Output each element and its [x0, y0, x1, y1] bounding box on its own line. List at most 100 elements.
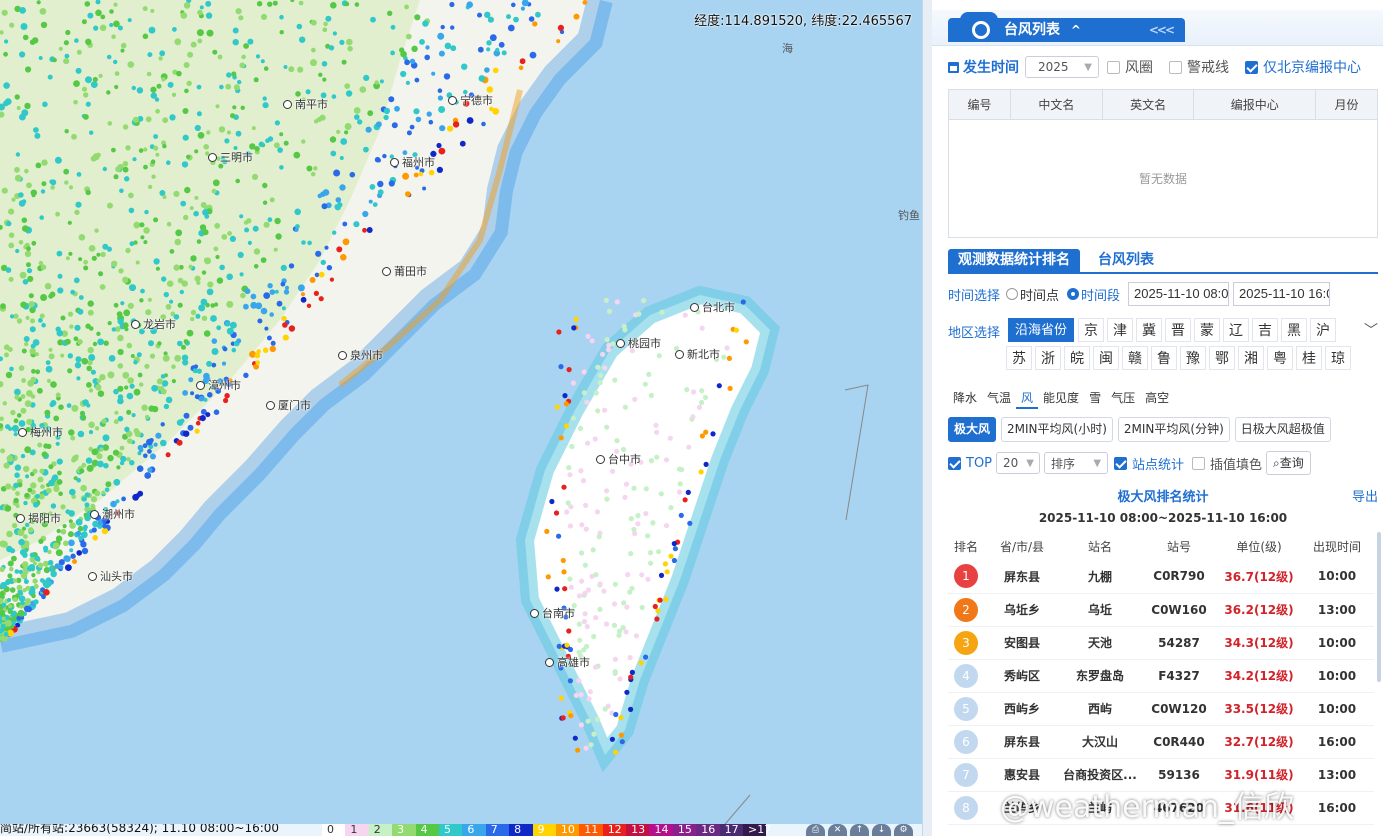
wind-station-dot[interactable]: [194, 428, 200, 434]
wind-station-dot[interactable]: [339, 156, 344, 160]
wind-station-dot[interactable]: [318, 271, 325, 278]
wind-station-dot[interactable]: [339, 184, 346, 191]
wind-station-dot[interactable]: [1, 540, 8, 548]
wind-station-dot[interactable]: [125, 145, 131, 151]
wind-station-dot[interactable]: [45, 580, 52, 588]
wind-station-dot[interactable]: [568, 584, 574, 590]
wind-station-dot[interactable]: [404, 59, 410, 66]
wind-station-dot[interactable]: [5, 267, 12, 273]
wind-station-dot[interactable]: [102, 434, 110, 442]
wind-station-dot[interactable]: [76, 550, 82, 556]
wind-station-dot[interactable]: [187, 424, 194, 431]
wind-station-dot[interactable]: [409, 58, 416, 64]
wind-station-dot[interactable]: [52, 542, 60, 550]
wind-station-dot[interactable]: [258, 141, 265, 148]
wind-station-dot[interactable]: [24, 605, 31, 612]
wind-station-dot[interactable]: [279, 132, 284, 137]
wind-station-dot[interactable]: [78, 234, 86, 241]
wind-station-dot[interactable]: [196, 29, 204, 37]
wind-station-dot[interactable]: [663, 523, 670, 529]
wind-station-dot[interactable]: [210, 315, 217, 322]
subtab-2min-hourly[interactable]: 2MIN平均风(小时): [1001, 417, 1113, 442]
wind-station-dot[interactable]: [119, 460, 125, 466]
wind-station-dot[interactable]: [581, 647, 587, 653]
wind-station-dot[interactable]: [16, 413, 22, 418]
wind-station-dot[interactable]: [21, 378, 26, 383]
wind-station-dot[interactable]: [81, 462, 87, 468]
wind-station-dot[interactable]: [231, 347, 237, 353]
column-header[interactable]: 中文名: [1010, 89, 1103, 120]
region-coastal-button[interactable]: 沿海省份: [1008, 318, 1074, 342]
wind-station-dot[interactable]: [254, 352, 261, 359]
wind-station-dot[interactable]: [573, 13, 580, 20]
wind-station-dot[interactable]: [344, 130, 349, 135]
wind-station-dot[interactable]: [114, 84, 119, 90]
wind-station-dot[interactable]: [119, 188, 124, 194]
wind-station-dot[interactable]: [113, 20, 120, 28]
wind-station-dot[interactable]: [179, 289, 184, 295]
wind-station-dot[interactable]: [622, 404, 629, 410]
wind-station-dot[interactable]: [180, 418, 185, 423]
wind-station-dot[interactable]: [334, 204, 339, 209]
wind-station-dot[interactable]: [372, 202, 378, 208]
wind-station-dot[interactable]: [226, 300, 234, 308]
wind-station-dot[interactable]: [40, 484, 45, 489]
wind-station-dot[interactable]: [671, 557, 678, 564]
province-button[interactable]: 浙: [1035, 346, 1061, 370]
wind-station-dot[interactable]: [113, 59, 118, 65]
province-button[interactable]: 豫: [1180, 346, 1206, 370]
wind-station-dot[interactable]: [26, 182, 32, 189]
wind-station-dot[interactable]: [75, 518, 83, 526]
wind-station-dot[interactable]: [90, 496, 98, 503]
wind-station-dot[interactable]: [107, 121, 113, 126]
wind-station-dot[interactable]: [24, 492, 30, 498]
wind-station-dot[interactable]: [560, 557, 566, 564]
wind-station-dot[interactable]: [47, 559, 54, 566]
wind-station-dot[interactable]: [678, 512, 684, 519]
wind-station-dot[interactable]: [92, 341, 98, 347]
wind-station-dot[interactable]: [255, 54, 261, 59]
wind-station-dot[interactable]: [239, 272, 244, 277]
wind-station-dot[interactable]: [57, 470, 62, 476]
wind-station-dot[interactable]: [53, 415, 60, 422]
wind-station-dot[interactable]: [201, 315, 208, 321]
wind-station-dot[interactable]: [82, 399, 89, 406]
start-time-input[interactable]: 2025-11-10 08:00: [1128, 282, 1230, 306]
wind-station-dot[interactable]: [404, 4, 409, 10]
wind-station-dot[interactable]: [588, 742, 594, 748]
wind-station-dot[interactable]: [329, 277, 334, 282]
tab-temperature[interactable]: 气温: [982, 389, 1016, 409]
wind-station-dot[interactable]: [554, 586, 560, 592]
wind-station-dot[interactable]: [314, 272, 320, 278]
wind-station-dot[interactable]: [160, 422, 165, 427]
wind-station-dot[interactable]: [137, 372, 143, 378]
wind-station-dot[interactable]: [182, 108, 189, 114]
wind-station-dot[interactable]: [591, 731, 597, 737]
chevron-down-icon[interactable]: ﹀: [1364, 320, 1378, 340]
wind-station-dot[interactable]: [260, 307, 268, 315]
settings-icon[interactable]: ⚙: [894, 824, 913, 836]
wind-station-dot[interactable]: [77, 308, 84, 315]
wind-station-dot[interactable]: [122, 124, 129, 130]
wind-station-dot[interactable]: [436, 142, 442, 149]
wind-station-dot[interactable]: [405, 80, 410, 85]
wind-station-dot[interactable]: [283, 289, 290, 295]
wind-station-dot[interactable]: [466, 117, 474, 124]
wind-station-dot[interactable]: [205, 12, 213, 19]
wind-station-dot[interactable]: [703, 461, 709, 467]
wind-station-dot[interactable]: [169, 114, 176, 121]
wind-station-dot[interactable]: [101, 418, 107, 424]
wind-station-dot[interactable]: [6, 530, 13, 538]
wind-station-dot[interactable]: [127, 61, 135, 68]
wind-station-dot[interactable]: [153, 134, 159, 139]
wind-station-dot[interactable]: [32, 468, 38, 474]
wind-station-dot[interactable]: [6, 455, 14, 462]
wind-station-dot[interactable]: [535, 11, 541, 18]
wind-station-dot[interactable]: [108, 355, 116, 362]
wind-station-dot[interactable]: [103, 340, 109, 346]
wind-station-dot[interactable]: [297, 66, 304, 73]
wind-station-dot[interactable]: [309, 277, 316, 283]
wind-station-dot[interactable]: [507, 24, 515, 32]
wind-station-dot[interactable]: [40, 189, 46, 194]
wind-station-dot[interactable]: [173, 264, 180, 271]
